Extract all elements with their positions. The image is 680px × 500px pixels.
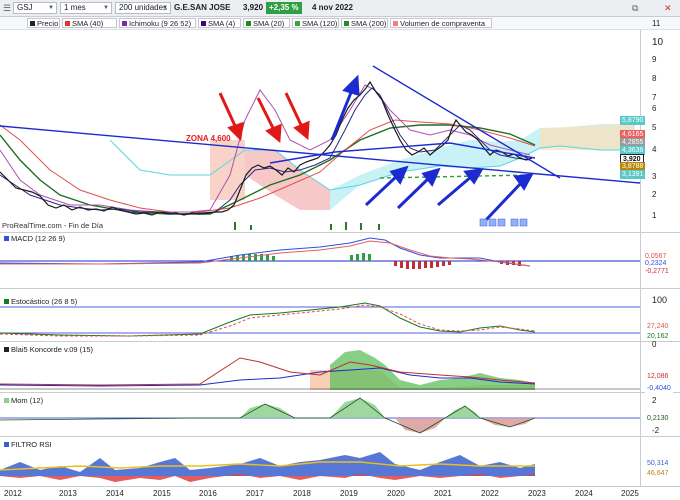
mom-axis-label: 2 [652,396,657,405]
volume-bars [234,222,380,230]
rsi-panel-label[interactable]: FILTRO RSI [2,440,54,449]
rsi-blue-area [0,452,535,476]
macd-swatch [4,236,9,241]
price-axis-label: 1 [652,211,657,220]
stoch-axis-label: 20,162 [645,332,671,341]
year-label: 2016 [199,489,217,498]
year-label: 2017 [246,489,264,498]
year-label: 2014 [106,489,124,498]
mom-axis-label: 0,2130 [645,414,671,423]
year-label: 2018 [293,489,311,498]
stoch-axis-label: 27,240 [645,322,671,331]
mom-positive-area-2 [330,398,385,418]
price-axis-label: 4 [652,145,657,154]
price-axis-label: 11 [652,19,661,28]
price-axis-label: 7 [652,93,657,102]
year-label: 2019 [340,489,358,498]
price-axis-label: 3 [652,172,657,181]
year-label: 2020 [387,489,405,498]
zona-annotation: ZONA 4,600 [186,134,231,143]
price-tag: 5,8790 [620,116,646,125]
mom-panel-label[interactable]: Mom (12) [2,396,46,405]
koncorde-swatch [4,347,9,352]
price-tag: 3,1391 [620,170,646,179]
red-arrows [218,92,310,143]
year-label: 2025 [621,489,639,498]
price-axis-label: 2 [652,190,657,199]
macd-panel-label[interactable]: MACD (12 26 9) [2,234,68,243]
year-label: 2023 [528,489,546,498]
price-axis-label: 8 [652,74,657,83]
stoch-panel-label[interactable]: Estocástico (26 8 5) [2,297,80,306]
year-label: 2021 [434,489,452,498]
price-axis-label: 10 [652,37,664,48]
chart-canvas [0,30,680,487]
mom-axis-label: -2 [652,426,660,435]
mom-positive-area [240,404,295,418]
rsi-swatch [4,442,9,447]
mom-negative-area-2 [480,418,535,427]
koncorde-axis-label: 12,086 [645,372,671,381]
rsi-axis-label: 46,647 [645,469,671,478]
year-label: 2022 [481,489,499,498]
price-axis-label: 9 [652,55,657,64]
event-markers [479,218,528,227]
koncorde-panel-label[interactable]: Blai5 Koncorde v.09 (15) [2,345,95,354]
data-source-label: ProRealTime.com - Fin de Día [2,221,104,230]
mom-swatch [4,398,9,403]
koncorde-green-area [330,350,535,390]
ichimoku-cloud-bearish [245,150,330,210]
macd-axis-label: -0,2771 [643,267,671,276]
year-label: 2024 [575,489,593,498]
year-label: 2015 [153,489,171,498]
rsi-axis-label: 50,314 [645,459,671,468]
koncorde-axis-label: -0,4040 [645,384,673,393]
price-axis-label: 6 [652,104,657,113]
year-label: 2012 [4,489,22,498]
price-axis-label: 5 [652,123,657,132]
stoch-axis-label: 100 [652,295,668,305]
stoch-swatch [4,299,9,304]
stoch-axis-label: 0 [652,340,657,349]
year-label: 2013 [59,489,77,498]
stoch-k-line [0,302,536,337]
